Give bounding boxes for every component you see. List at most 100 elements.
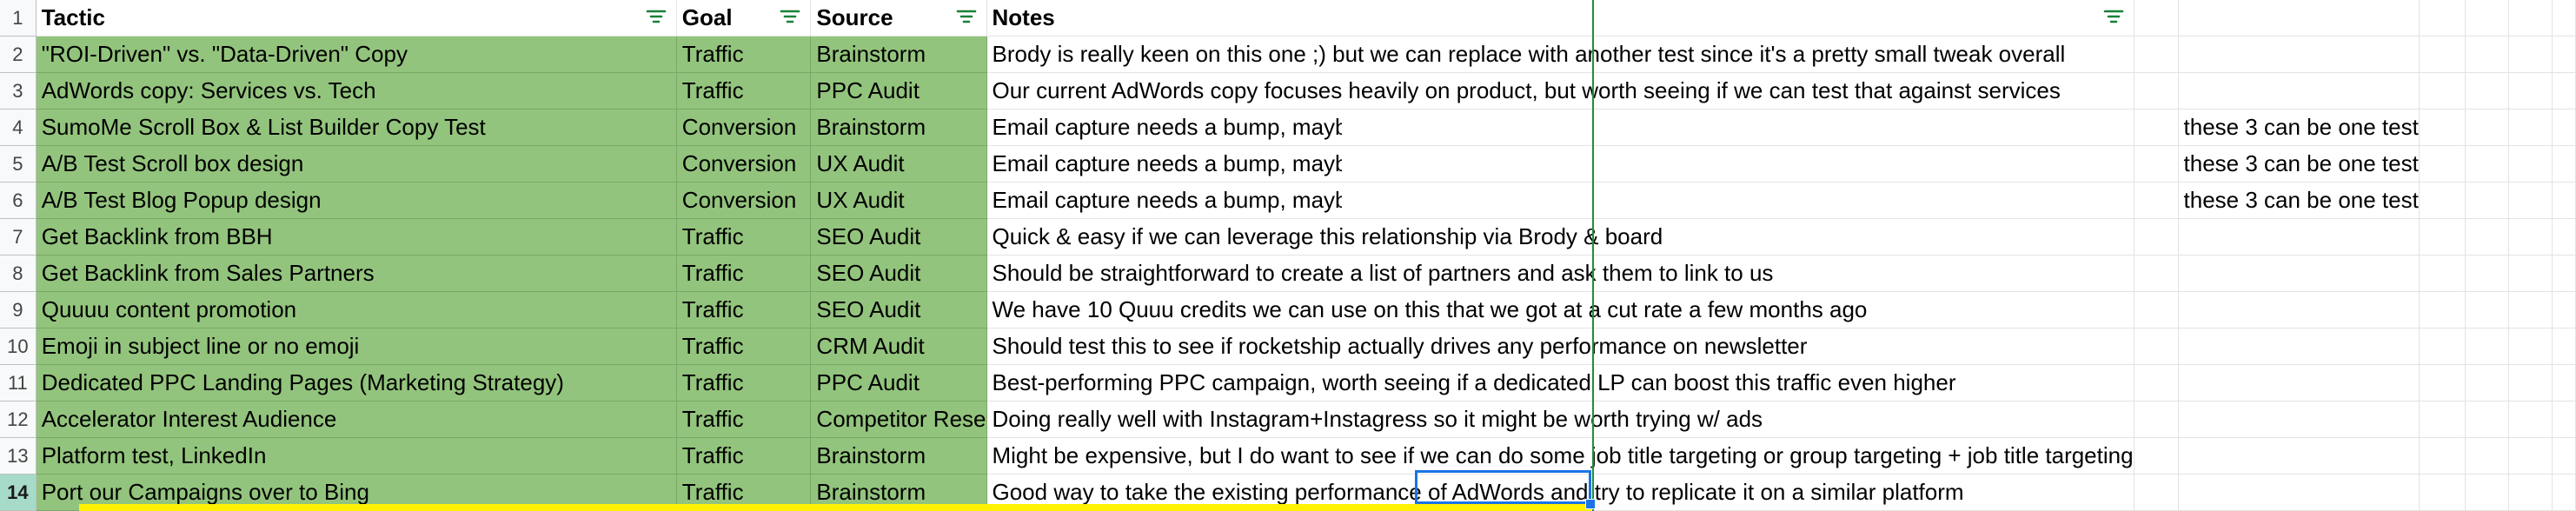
notes-cell[interactable]: Doing really well with Instagram+Instagr… xyxy=(986,401,2134,438)
notes-cell[interactable]: Brody is really keen on this one ;) but … xyxy=(986,36,2134,73)
row-number[interactable]: 5 xyxy=(0,145,37,182)
notes-cell[interactable]: Email capture needs a bump, maybe design… xyxy=(986,145,2134,182)
row-number[interactable]: 2 xyxy=(0,36,37,73)
column-header-notes[interactable]: Notes xyxy=(986,0,2134,36)
row-number[interactable]: 9 xyxy=(0,291,37,328)
empty-cell[interactable] xyxy=(2419,218,2466,256)
empty-cell[interactable] xyxy=(2134,328,2179,365)
extra-note-cell[interactable] xyxy=(2178,474,2420,511)
row-number[interactable]: 11 xyxy=(0,364,37,402)
notes-cell[interactable]: Best-performing PPC campaign, worth seei… xyxy=(986,364,2134,402)
empty-cell[interactable] xyxy=(2552,36,2576,73)
empty-cell[interactable] xyxy=(2508,182,2553,219)
source-cell[interactable]: Competitor Rese xyxy=(810,401,987,438)
empty-cell[interactable] xyxy=(2465,437,2509,474)
extra-note-cell[interactable] xyxy=(2178,401,2420,438)
source-cell[interactable]: CRM Audit xyxy=(810,328,987,365)
empty-cell[interactable] xyxy=(2465,182,2509,219)
goal-cell[interactable]: Traffic xyxy=(676,291,812,328)
filter-icon[interactable] xyxy=(2102,7,2125,28)
tactic-cell[interactable]: Dedicated PPC Landing Pages (Marketing S… xyxy=(36,364,677,402)
empty-cell[interactable] xyxy=(2134,72,2179,110)
tactic-cell[interactable]: Emoji in subject line or no emoji xyxy=(36,328,677,365)
empty-cell[interactable] xyxy=(2419,182,2466,219)
extra-note-cell[interactable]: these 3 can be one test xyxy=(2178,182,2420,219)
empty-cell[interactable] xyxy=(2419,36,2466,73)
empty-cell[interactable] xyxy=(2552,145,2576,182)
notes-cell[interactable]: Should be straightforward to create a li… xyxy=(986,255,2134,292)
empty-cell[interactable] xyxy=(2419,72,2466,110)
tactic-cell[interactable]: A/B Test Blog Popup design xyxy=(36,182,677,219)
empty-cell[interactable] xyxy=(2552,437,2576,474)
empty-cell[interactable] xyxy=(2508,145,2553,182)
goal-cell[interactable]: Traffic xyxy=(676,72,812,110)
empty-cell[interactable] xyxy=(2552,401,2576,438)
goal-cell[interactable]: Traffic xyxy=(676,328,812,365)
source-cell[interactable]: UX Audit xyxy=(810,182,987,219)
empty-cell[interactable] xyxy=(2178,0,2420,36)
notes-cell[interactable]: Email capture needs a bump, maybe copy i… xyxy=(986,109,2134,146)
empty-cell[interactable] xyxy=(2465,0,2509,36)
empty-cell[interactable] xyxy=(2134,145,2179,182)
empty-cell[interactable] xyxy=(2465,145,2509,182)
extra-note-cell[interactable] xyxy=(2178,218,2420,256)
goal-cell[interactable]: Traffic xyxy=(676,364,812,402)
freeze-divider[interactable] xyxy=(1592,0,1594,511)
empty-cell[interactable] xyxy=(2134,401,2179,438)
empty-cell[interactable] xyxy=(2552,72,2576,110)
empty-cell[interactable] xyxy=(2134,0,2179,36)
tactic-cell[interactable]: A/B Test Scroll box design xyxy=(36,145,677,182)
row-number[interactable]: 14 xyxy=(0,474,37,511)
empty-cell[interactable] xyxy=(2508,474,2553,511)
extra-note-cell[interactable] xyxy=(2178,437,2420,474)
extra-note-cell[interactable]: these 3 can be one test xyxy=(2178,109,2420,146)
empty-cell[interactable] xyxy=(2134,474,2179,511)
empty-cell[interactable] xyxy=(2508,401,2553,438)
empty-cell[interactable] xyxy=(2419,109,2466,146)
empty-cell[interactable] xyxy=(2552,328,2576,365)
empty-cell[interactable] xyxy=(2465,401,2509,438)
column-header-tactic[interactable]: Tactic xyxy=(36,0,677,36)
empty-cell[interactable] xyxy=(2465,36,2509,73)
tactic-cell[interactable]: SumoMe Scroll Box & List Builder Copy Te… xyxy=(36,109,677,146)
fill-handle[interactable] xyxy=(1585,499,1596,509)
tactic-cell[interactable]: Get Backlink from BBH xyxy=(36,218,677,256)
empty-cell[interactable] xyxy=(2419,364,2466,402)
empty-cell[interactable] xyxy=(2419,328,2466,365)
empty-cell[interactable] xyxy=(2134,255,2179,292)
row-number[interactable]: 7 xyxy=(0,218,37,256)
empty-cell[interactable] xyxy=(2465,218,2509,256)
extra-note-cell[interactable] xyxy=(2178,364,2420,402)
row-number[interactable]: 12 xyxy=(0,401,37,438)
tactic-cell[interactable]: Platform test, LinkedIn xyxy=(36,437,677,474)
extra-note-cell[interactable] xyxy=(2178,72,2420,110)
row-number[interactable]: 8 xyxy=(0,255,37,292)
empty-cell[interactable] xyxy=(2552,255,2576,292)
empty-cell[interactable] xyxy=(2134,291,2179,328)
notes-cell[interactable]: Quick & easy if we can leverage this rel… xyxy=(986,218,2134,256)
empty-cell[interactable] xyxy=(2508,328,2553,365)
empty-cell[interactable] xyxy=(2419,291,2466,328)
empty-cell[interactable] xyxy=(2552,0,2576,36)
empty-cell[interactable] xyxy=(2552,474,2576,511)
empty-cell[interactable] xyxy=(2134,218,2179,256)
tactic-cell[interactable]: "ROI-Driven" vs. "Data-Driven" Copy xyxy=(36,36,677,73)
empty-cell[interactable] xyxy=(2419,145,2466,182)
empty-cell[interactable] xyxy=(2508,255,2553,292)
empty-cell[interactable] xyxy=(2508,72,2553,110)
source-cell[interactable]: SEO Audit xyxy=(810,218,987,256)
empty-cell[interactable] xyxy=(2552,291,2576,328)
extra-note-cell[interactable] xyxy=(2178,328,2420,365)
empty-cell[interactable] xyxy=(2508,109,2553,146)
column-header-goal[interactable]: Goal xyxy=(676,0,812,36)
extra-note-cell[interactable]: these 3 can be one test xyxy=(2178,145,2420,182)
row-number[interactable]: 3 xyxy=(0,72,37,110)
empty-cell[interactable] xyxy=(2465,255,2509,292)
empty-cell[interactable] xyxy=(2552,218,2576,256)
goal-cell[interactable]: Traffic xyxy=(676,255,812,292)
empty-cell[interactable] xyxy=(2419,437,2466,474)
notes-cell[interactable]: Email capture needs a bump, maybe design… xyxy=(986,182,2134,219)
filter-icon[interactable] xyxy=(645,7,667,28)
source-cell[interactable]: PPC Audit xyxy=(810,364,987,402)
goal-cell[interactable]: Traffic xyxy=(676,401,812,438)
